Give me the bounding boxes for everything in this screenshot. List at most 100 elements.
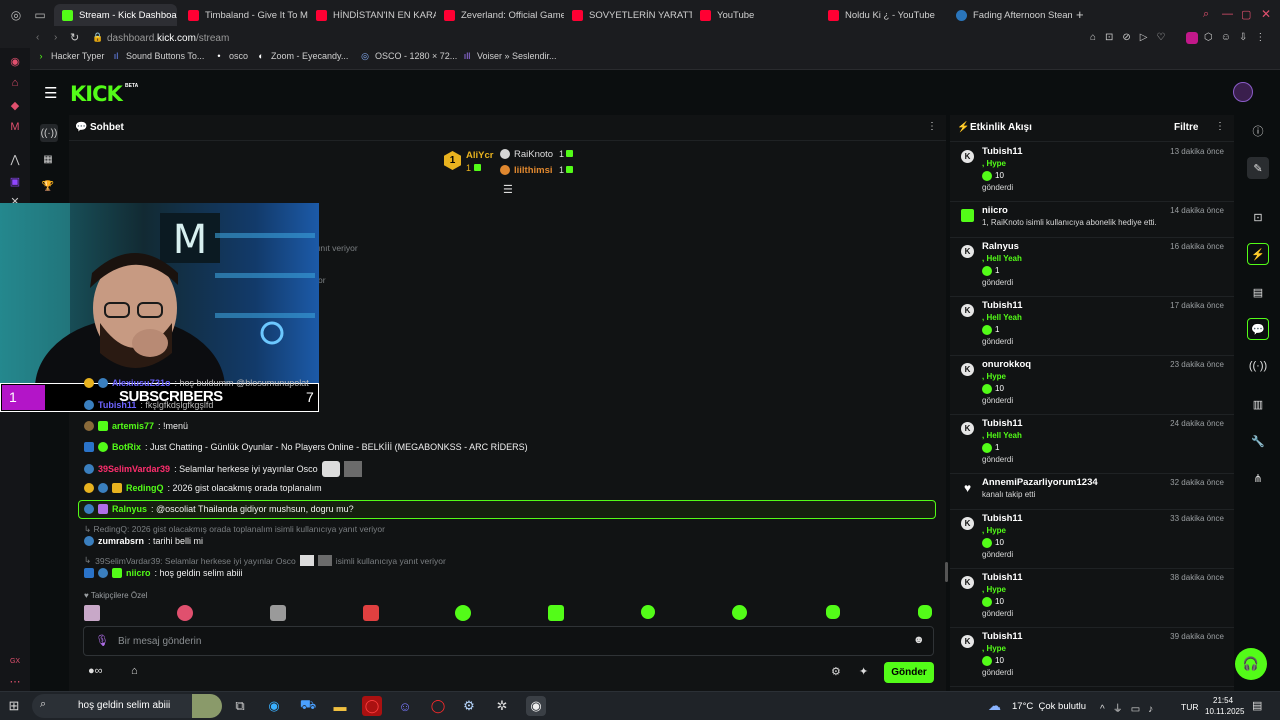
focus-icon[interactable]: ⊡: [1247, 206, 1269, 228]
emote-icon[interactable]: [826, 605, 840, 619]
feed-item[interactable]: niicro 14 dakika önce 1, RaiKnoto isimli k…: [950, 205, 1234, 241]
app-icon[interactable]: ✲: [492, 696, 512, 716]
microphone-icon[interactable]: 🎙: [95, 634, 109, 647]
info-icon[interactable]: ⓘ: [1247, 120, 1269, 142]
chat-username[interactable]: RedingQ: [126, 483, 164, 493]
start-icon[interactable]: ⊞: [4, 696, 24, 716]
chat-message[interactable]: AlexiusuZ31o: hoş buldumm @blosumunupola…: [84, 378, 309, 388]
emote-icon[interactable]: [363, 605, 379, 621]
chat-username[interactable]: Ralnyus: [112, 504, 147, 514]
reload-icon[interactable]: ↻: [70, 31, 79, 44]
bookmark-zoom[interactable]: ◐ Zoom - Eyecandy...: [256, 51, 348, 61]
feed-item[interactable]: K Tubish11 39 dakika önce , Hype 10 gönderdi: [950, 631, 1234, 690]
kick-points-icon[interactable]: ✦: [859, 665, 868, 678]
cards-icon[interactable]: ▥: [1247, 393, 1269, 415]
avatar[interactable]: [1233, 82, 1253, 102]
tab-steam[interactable]: Fading Afternoon Steam C: [948, 4, 1072, 26]
toolbar-icons[interactable]: ⬡☺⇩⋮: [1204, 32, 1273, 43]
emote-icon[interactable]: [270, 605, 286, 621]
browser-menu-icon[interactable]: ◎: [8, 7, 24, 23]
weather-text[interactable]: 17°C Çok bulutlu: [1012, 701, 1086, 712]
sidebar-app-icon[interactable]: ◉: [8, 54, 22, 68]
sidebar-arrow-icon[interactable]: ⋀: [8, 152, 22, 166]
opera-gx-icon[interactable]: ◯: [362, 696, 382, 716]
tab-zeverland[interactable]: Zeverland: Official Gamep: [436, 4, 564, 26]
wrench-icon[interactable]: 🔧: [1247, 430, 1269, 452]
feed-item[interactable]: K Tubish11 38 dakika önce , Hype 10 gönderdi: [950, 572, 1234, 631]
feed-item[interactable]: Konurokkoq 23 dakika önce , Hype 10 gönderdi: [950, 359, 1234, 418]
emote-icon[interactable]: [732, 605, 747, 620]
sidebar-more-icon[interactable]: ⋯: [8, 674, 22, 688]
reply-context[interactable]: ↳ RedingQ: 2026 gist olacakmış orada top…: [84, 524, 385, 535]
feed-username[interactable]: Tubish11: [982, 572, 1022, 583]
feed-username[interactable]: Tubish11: [982, 631, 1022, 642]
sidebar-game-icon[interactable]: ◆: [8, 98, 22, 112]
menu-icon[interactable]: ☰: [44, 84, 57, 102]
share-icon[interactable]: ⋔: [1247, 467, 1269, 489]
twitch-icon[interactable]: ▣: [8, 174, 22, 188]
broadcast-icon[interactable]: ((·)): [1247, 355, 1269, 377]
chat-username[interactable]: niicro: [126, 568, 151, 578]
support-button[interactable]: 🎧: [1235, 648, 1267, 680]
bookmark-hacker-typer[interactable]: › Hacker Typer: [36, 51, 105, 61]
feed-item[interactable]: ♥ AnnemiPazarliyorum1234 32 dakika önce kan…: [950, 477, 1234, 513]
chat-scrollbar[interactable]: [945, 562, 948, 582]
feed-options-icon[interactable]: ⋮: [1215, 121, 1225, 132]
emote-icon[interactable]: [641, 605, 655, 619]
store-app-icon[interactable]: ⛟: [298, 696, 318, 716]
feed-item[interactable]: K Tubish11 13 dakika önce , Hype 10 gönderdi: [950, 146, 1234, 205]
feed-username[interactable]: AnnemiPazarliyorum1234: [982, 477, 1098, 488]
sidebar-bag-icon[interactable]: ⌂: [8, 76, 22, 90]
back-icon[interactable]: ‹: [36, 32, 39, 43]
activity-tool-icon[interactable]: ⚡: [1247, 243, 1269, 265]
feed-item[interactable]: K Ralnyus 16 dakika önce , Hell Yeah 1 gönder…: [950, 241, 1234, 300]
feed-item[interactable]: K Tubish11 17 dakika önce , Hell Yeah 1 gönde…: [950, 300, 1234, 359]
clock-time[interactable]: 21:54: [1213, 696, 1233, 705]
leader-name[interactable]: AliYcr: [466, 150, 493, 161]
notes-icon[interactable]: ▤: [1247, 281, 1269, 303]
store-icon[interactable]: ⌂: [131, 665, 138, 677]
trophy-nav-icon[interactable]: 🏆: [40, 178, 56, 194]
filter-button[interactable]: Filtre: [1174, 122, 1198, 133]
chat-message[interactable]: BotRix: Just Chatting - Günlük Oyunlar -…: [84, 442, 528, 452]
chat-message[interactable]: RedingQ: 2026 gist olacakmış orada topla…: [84, 483, 322, 493]
opera-icon[interactable]: ◯: [428, 696, 448, 716]
extension-icons[interactable]: ⌂⊡⊘▷♡: [1090, 32, 1174, 43]
edge-icon[interactable]: ◉: [264, 696, 284, 716]
feed-username[interactable]: niicro: [982, 205, 1008, 216]
chat-message[interactable]: 39SelimVardar39: Selamlar herkese iyi ya…: [84, 461, 362, 477]
tab-actions-icon[interactable]: ▭: [32, 7, 48, 23]
expand-leaderboard-icon[interactable]: ☰: [503, 183, 513, 196]
infinity-icon[interactable]: ●∞: [88, 665, 103, 677]
emote-icon[interactable]: [177, 605, 193, 621]
feed-username[interactable]: Ralnyus: [982, 241, 1019, 252]
url-field[interactable]: dashboard.kick.com/stream: [107, 33, 229, 44]
forward-icon[interactable]: ›: [54, 32, 57, 43]
bookmark-voiser[interactable]: ıll Voiser » Seslendir...: [462, 51, 557, 61]
tray-icons[interactable]: ^⏚▭♪: [1100, 700, 1161, 715]
chat-username[interactable]: 39SelimVardar39: [98, 464, 170, 474]
feed-username[interactable]: Tubish11: [982, 513, 1022, 524]
reply-context[interactable]: ↳ 39SelimVardar39: Selamlar herkese iyi …: [84, 555, 446, 566]
kick-logo[interactable]: KICK: [70, 82, 123, 106]
emote-icon[interactable]: [455, 605, 471, 621]
notification-icon[interactable]: ▤: [1252, 699, 1262, 712]
bookmark-osco[interactable]: • osco: [214, 51, 248, 61]
tab-youtube[interactable]: YouTube: [692, 4, 820, 26]
chat-message[interactable]: zumrabsrn: tarihi belli mi: [84, 536, 203, 546]
feed-username[interactable]: Tubish11: [982, 146, 1022, 157]
search-icon[interactable]: ⌕: [1203, 8, 1209, 21]
edit-icon[interactable]: ✎: [1247, 157, 1269, 179]
emote-icon[interactable]: [84, 605, 100, 621]
chat-message[interactable]: artemis77: !menü: [84, 421, 188, 431]
emoji-icon[interactable]: ☻: [913, 634, 925, 646]
tab-hindistan[interactable]: HİNDİSTAN'IN EN KARANL: [308, 4, 436, 26]
discord-icon[interactable]: ☺: [395, 696, 415, 716]
chat-username[interactable]: zumrabsrn: [98, 536, 144, 546]
feed-username[interactable]: Tubish11: [982, 300, 1022, 311]
leader-name[interactable]: RaiKnoto: [514, 149, 553, 160]
clock-date[interactable]: 10.11.2025: [1205, 707, 1244, 716]
tab-noldu-ki[interactable]: Noldu Ki ¿ - YouTube: [820, 4, 948, 26]
chat-options-icon[interactable]: ⋮: [927, 121, 937, 132]
steam-icon[interactable]: ⚙: [459, 696, 479, 716]
